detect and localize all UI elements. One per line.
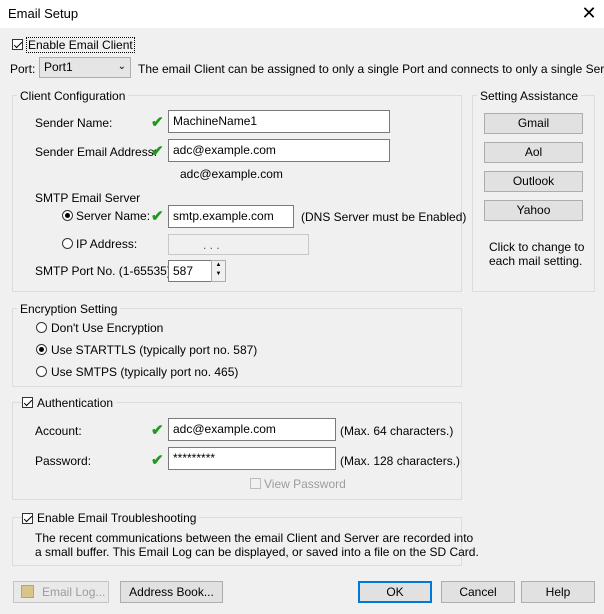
password-input[interactable]: ********* [168, 447, 336, 470]
port-note: The email Client can be assigned to only… [138, 62, 604, 76]
valid-check-icon: ✔ [151, 114, 164, 131]
outlook-button[interactable]: Outlook [484, 171, 583, 192]
checkbox-icon[interactable] [22, 513, 33, 524]
smtp-port-input[interactable]: 587 [168, 260, 212, 282]
account-label: Account: [35, 424, 82, 438]
port-label: Port: [10, 62, 36, 76]
log-icon [21, 585, 34, 598]
ok-button[interactable]: OK [358, 581, 432, 603]
radio-icon[interactable] [62, 210, 73, 221]
email-log-label: Email Log... [42, 585, 106, 599]
sender-name-label: Sender Name: [35, 116, 113, 130]
smtp-port-label: SMTP Port No. (1-65535) [35, 264, 171, 278]
smtps-label[interactable]: Use SMTPS (typically port no. 465) [51, 365, 238, 379]
encryption-legend: Encryption Setting [17, 302, 121, 316]
cancel-button[interactable]: Cancel [441, 581, 515, 603]
password-label: Password: [35, 454, 92, 468]
gmail-button[interactable]: Gmail [484, 113, 583, 134]
authentication-legend[interactable]: Authentication [34, 396, 117, 410]
close-icon[interactable]: ✕ [578, 2, 600, 24]
yahoo-button[interactable]: Yahoo [484, 200, 583, 221]
view-password-label[interactable]: View Password [264, 477, 346, 491]
troubleshooting-legend[interactable]: Enable Email Troubleshooting [34, 511, 200, 525]
checkbox-icon[interactable] [250, 478, 261, 489]
valid-check-icon: ✔ [151, 208, 164, 225]
address-book-button[interactable]: Address Book... [120, 581, 223, 603]
ip-address-input[interactable]: . . . [168, 234, 309, 255]
sender-email-input[interactable]: adc@example.com [168, 139, 390, 162]
port-select[interactable]: Port1 ⌄ [39, 57, 131, 78]
server-name-label[interactable]: Server Name: [76, 209, 150, 223]
radio-icon[interactable] [62, 238, 73, 249]
ip-address-label[interactable]: IP Address: [76, 237, 137, 251]
aol-button[interactable]: Aol [484, 142, 583, 163]
radio-icon[interactable] [36, 322, 47, 333]
email-log-button[interactable]: Email Log... [13, 581, 109, 603]
client-configuration-legend: Client Configuration [17, 89, 129, 103]
server-name-input[interactable]: smtp.example.com [168, 205, 294, 228]
setting-assistance-legend: Setting Assistance [477, 89, 582, 103]
chevron-down-icon: ⌄ [117, 61, 126, 72]
spin-up-icon[interactable]: ▲ [212, 261, 225, 270]
valid-check-icon: ✔ [151, 143, 164, 160]
password-note: (Max. 128 characters.) [340, 454, 461, 468]
port-select-value: Port1 [44, 60, 73, 74]
smtp-port-spinner[interactable]: ▲ ▼ [211, 260, 226, 282]
valid-check-icon: ✔ [151, 422, 164, 439]
window-title: Email Setup [8, 6, 79, 21]
checkbox-icon[interactable] [12, 39, 23, 50]
troubleshooting-text-line2: a small buffer. This Email Log can be di… [35, 545, 479, 559]
assistance-hint-line2: each mail setting. [489, 254, 583, 268]
account-input[interactable]: adc@example.com [168, 418, 336, 441]
checkbox-icon[interactable] [22, 397, 33, 408]
starttls-label[interactable]: Use STARTTLS (typically port no. 587) [51, 343, 257, 357]
valid-check-icon: ✔ [151, 452, 164, 469]
spin-down-icon[interactable]: ▼ [212, 270, 225, 279]
no-encryption-label[interactable]: Don't Use Encryption [51, 321, 163, 335]
account-note: (Max. 64 characters.) [340, 424, 454, 438]
radio-icon[interactable] [36, 366, 47, 377]
enable-email-client-label[interactable]: Enable Email Client [26, 37, 135, 53]
server-name-note: (DNS Server must be Enabled) [301, 210, 467, 224]
radio-icon[interactable] [36, 344, 47, 355]
help-button[interactable]: Help [521, 581, 595, 603]
sender-name-input[interactable]: MachineName1 [168, 110, 390, 133]
assistance-hint-line1: Click to change to [489, 240, 585, 254]
title-bar [0, 0, 604, 28]
sender-email-preview: adc@example.com [180, 167, 283, 181]
smtp-server-heading: SMTP Email Server [35, 191, 141, 205]
troubleshooting-text-line1: The recent communications between the em… [35, 531, 474, 545]
sender-email-label: Sender Email Address: [35, 145, 158, 159]
